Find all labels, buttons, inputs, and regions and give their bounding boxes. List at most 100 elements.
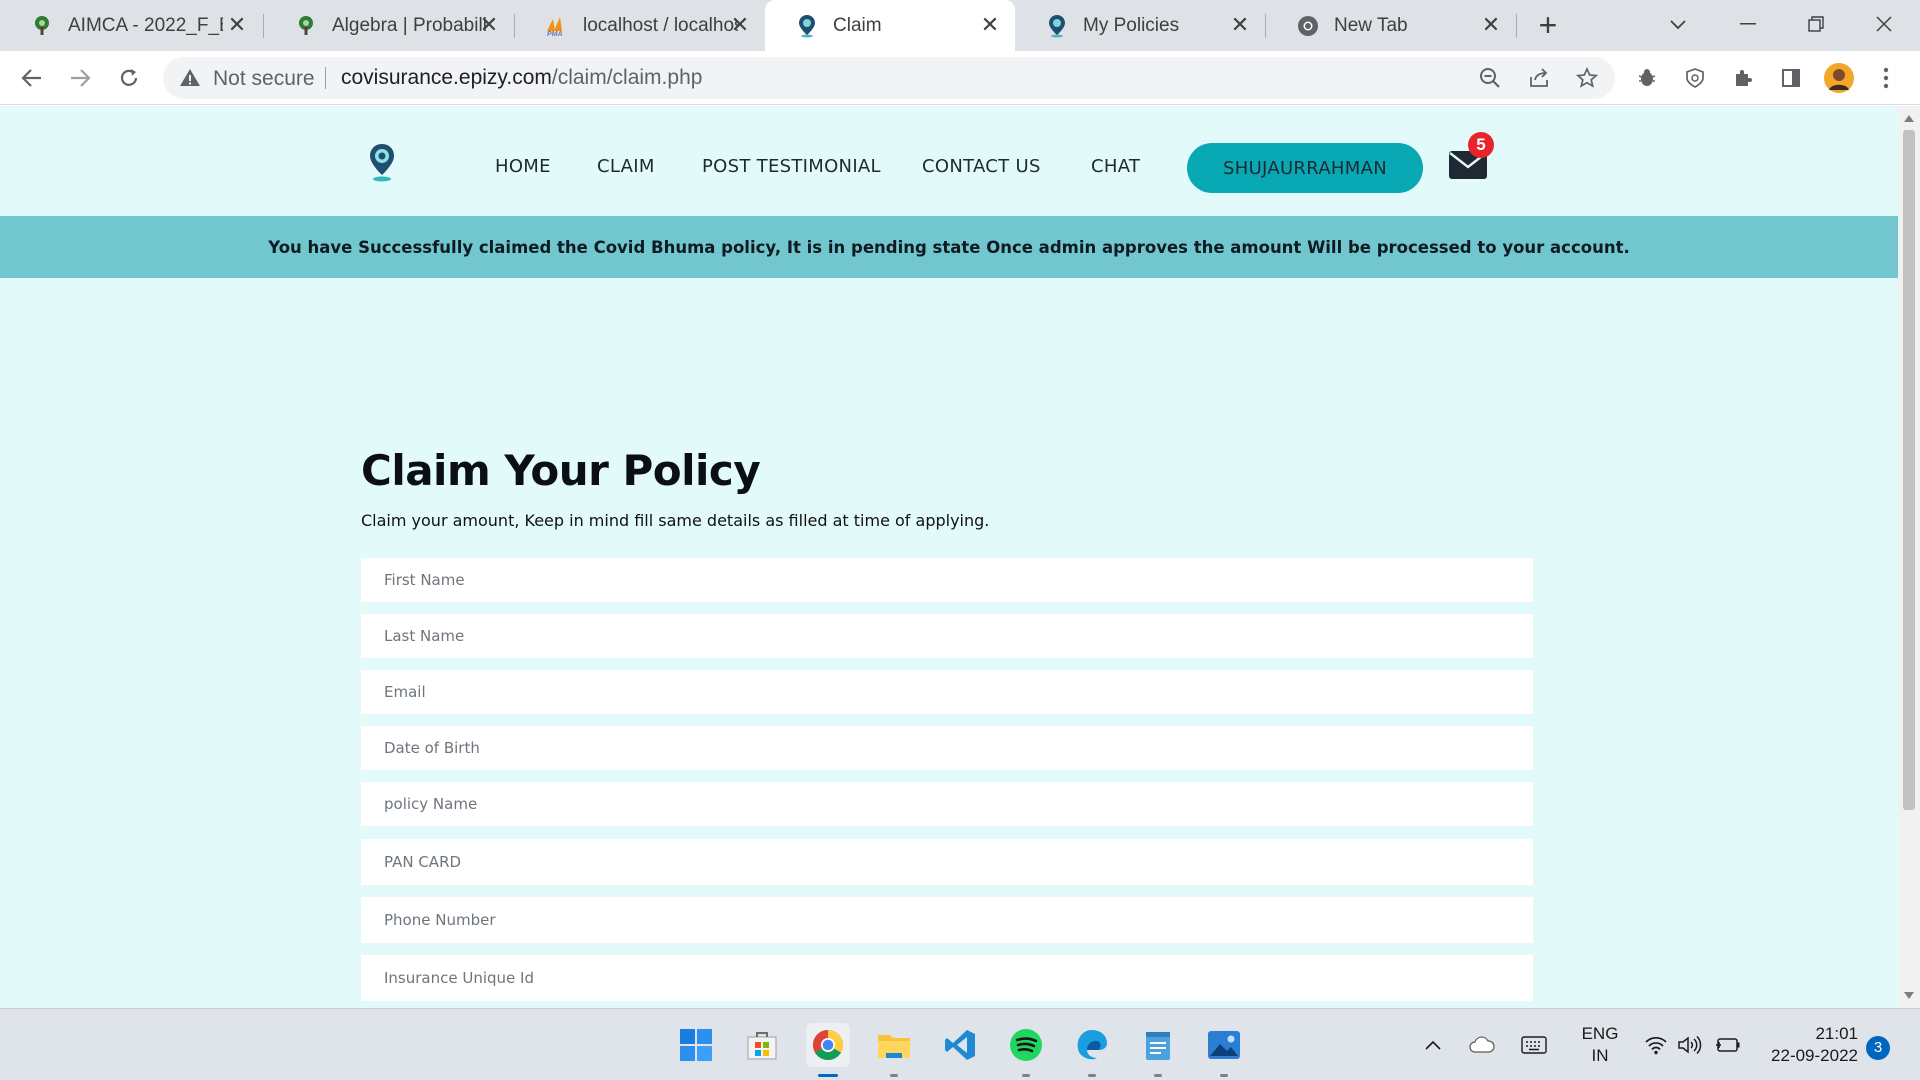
close-window-icon[interactable] — [1854, 6, 1914, 42]
scroll-up-arrow-icon[interactable] — [1904, 115, 1914, 122]
nav-home[interactable]: HOME — [495, 156, 551, 177]
scroll-thumb[interactable] — [1903, 130, 1915, 810]
email-field[interactable] — [361, 670, 1533, 714]
svg-text:PMA: PMA — [547, 31, 563, 37]
tab-claim[interactable]: Claim ✕ — [765, 0, 1015, 51]
chrome-menu-icon[interactable] — [1868, 60, 1904, 96]
photos-icon[interactable] — [1202, 1023, 1246, 1077]
tab-title: My Policies — [1083, 14, 1180, 36]
profile-avatar[interactable] — [1821, 60, 1857, 96]
vscode-icon[interactable] — [938, 1023, 982, 1067]
tab-close-icon[interactable]: ✕ — [1229, 14, 1251, 36]
tab-aimca[interactable]: AIMCA - 2022_F_Ba ✕ — [0, 0, 262, 51]
wifi-icon[interactable] — [1642, 1031, 1670, 1059]
last-name-field[interactable] — [361, 614, 1533, 658]
app-running-indicator — [1154, 1074, 1162, 1077]
tab-close-icon[interactable]: ✕ — [226, 14, 248, 36]
date-of-birth-field[interactable] — [361, 726, 1533, 770]
app-running-indicator — [1088, 1074, 1096, 1077]
tab-title: Algebra | Probabilit — [332, 14, 487, 36]
language-code: ENG — [1581, 1024, 1619, 1043]
tab-close-icon[interactable]: ✕ — [1480, 14, 1502, 36]
browser-toolbar: Not secure covisurance.epizy.com/claim/c… — [0, 51, 1920, 105]
scroll-down-arrow-icon[interactable] — [1904, 992, 1914, 999]
language-indicator[interactable]: ENG IN — [1578, 1023, 1622, 1067]
app-running-indicator — [818, 1074, 838, 1077]
address-bar[interactable]: Not secure covisurance.epizy.com/claim/c… — [163, 57, 1615, 99]
nav-contact-us[interactable]: CONTACT US — [922, 156, 1041, 177]
mail-count-badge: 5 — [1468, 132, 1494, 158]
system-clock[interactable]: 21:01 22-09-2022 — [1752, 1023, 1858, 1067]
side-panel-icon[interactable] — [1773, 60, 1809, 96]
tree-favicon-icon — [294, 14, 318, 38]
policy-name-field[interactable] — [361, 782, 1533, 826]
tree-favicon-icon — [30, 14, 54, 38]
chrome-taskbar-icon[interactable] — [806, 1023, 850, 1077]
region-code: IN — [1591, 1046, 1609, 1065]
bug-extension-icon[interactable] — [1629, 60, 1665, 96]
tab-separator — [1516, 14, 1517, 38]
windows-taskbar: ENG IN 21:01 22-09-2022 3 — [0, 1008, 1920, 1080]
puzzle-extensions-icon[interactable] — [1725, 60, 1761, 96]
tab-algebra[interactable]: Algebra | Probabilit ✕ — [264, 0, 514, 51]
start-windows-icon[interactable] — [674, 1023, 718, 1067]
phone-number-field[interactable] — [361, 897, 1533, 943]
alert-text: You have Successfully claimed the Covid … — [268, 237, 1630, 257]
shield-extension-icon[interactable] — [1677, 60, 1713, 96]
site-logo-icon[interactable] — [367, 142, 397, 182]
edge-icon[interactable] — [1070, 1023, 1114, 1077]
battery-charging-icon[interactable] — [1714, 1031, 1742, 1059]
volume-icon[interactable] — [1676, 1031, 1704, 1059]
tab-close-icon[interactable]: ✕ — [478, 14, 500, 36]
page-scrollbar[interactable] — [1898, 106, 1920, 1008]
reload-icon[interactable] — [111, 60, 147, 96]
tab-close-icon[interactable]: ✕ — [979, 14, 1001, 36]
insurance-unique-id-field[interactable] — [361, 955, 1533, 1001]
tab-title: localhost / localhos — [583, 14, 738, 36]
first-name-field[interactable] — [361, 558, 1533, 602]
tab-title: New Tab — [1334, 14, 1408, 36]
nav-post-testimonial[interactable]: POST TESTIMONIAL — [702, 156, 881, 177]
show-hidden-icons-chevron-icon[interactable] — [1419, 1031, 1447, 1059]
tab-close-icon[interactable]: ✕ — [729, 14, 751, 36]
app-running-indicator — [890, 1074, 898, 1077]
url-host: covisurance.epizy.com — [341, 66, 552, 89]
tab-title: AIMCA - 2022_F_Ba — [68, 14, 223, 36]
phpmyadmin-favicon-icon: PMA — [545, 14, 569, 38]
zoom-icon[interactable] — [1477, 65, 1503, 91]
tab-search-chevron-icon[interactable] — [1648, 6, 1708, 42]
url-text[interactable]: covisurance.epizy.com/claim/claim.php — [341, 66, 702, 90]
nav-claim[interactable]: CLAIM — [597, 156, 655, 177]
clock-date: 22-09-2022 — [1771, 1046, 1858, 1065]
notepad-icon[interactable] — [1136, 1023, 1180, 1077]
pan-card-field[interactable] — [361, 839, 1533, 885]
nav-chat[interactable]: CHAT — [1091, 156, 1140, 177]
location-pin-favicon-icon — [795, 14, 819, 38]
chrome-favicon-icon — [1296, 14, 1320, 38]
tab-phpmyadmin[interactable]: PMA localhost / localhos ✕ — [515, 0, 765, 51]
url-path: /claim/claim.php — [551, 66, 703, 89]
share-icon[interactable] — [1526, 65, 1552, 91]
page-subtitle: Claim your amount, Keep in mind fill sam… — [361, 511, 990, 530]
spotify-icon[interactable] — [1004, 1023, 1048, 1077]
tab-title: Claim — [833, 14, 882, 36]
restore-icon[interactable] — [1786, 6, 1846, 42]
user-profile-button[interactable]: SHUJAURRAHMAN — [1187, 143, 1423, 193]
app-running-indicator — [1220, 1074, 1228, 1077]
bookmark-star-icon[interactable] — [1574, 65, 1600, 91]
back-arrow-icon[interactable] — [14, 60, 50, 96]
page-title: Claim Your Policy — [361, 446, 761, 495]
file-explorer-icon[interactable] — [872, 1023, 916, 1077]
minimize-icon[interactable] — [1718, 6, 1778, 42]
onedrive-cloud-icon[interactable] — [1468, 1031, 1496, 1059]
microsoft-store-icon[interactable] — [740, 1023, 784, 1067]
warning-triangle-icon[interactable] — [179, 67, 201, 89]
new-tab-plus-icon[interactable]: + — [1530, 8, 1566, 44]
tab-new-tab[interactable]: New Tab ✕ — [1266, 0, 1516, 51]
not-secure-label[interactable]: Not secure — [213, 67, 315, 91]
tab-my-policies[interactable]: My Policies ✕ — [1015, 0, 1265, 51]
clock-time: 21:01 — [1815, 1024, 1858, 1043]
notification-count-badge[interactable]: 3 — [1866, 1036, 1890, 1060]
forward-arrow-icon[interactable] — [62, 60, 98, 96]
keyboard-icon[interactable] — [1520, 1031, 1548, 1059]
